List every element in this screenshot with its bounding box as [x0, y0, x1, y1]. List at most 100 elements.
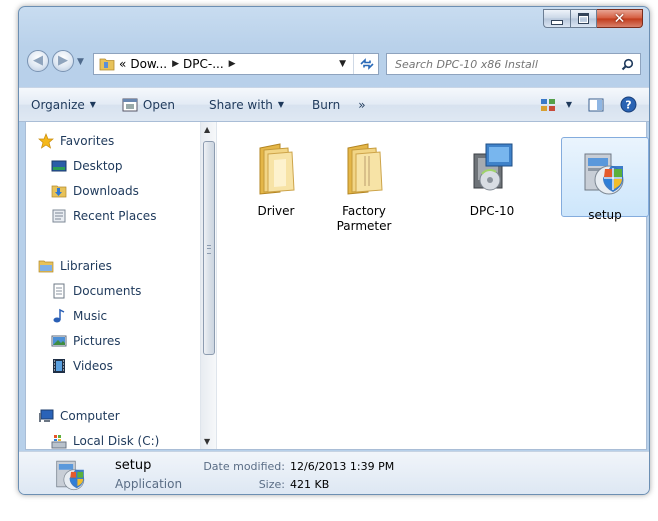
installer-icon	[473, 143, 513, 191]
sidebar-item-label: Computer	[60, 409, 120, 423]
address-bar[interactable]: « Dow... ▶ DPC-... ▶ ▼	[93, 53, 379, 75]
downloads-icon	[51, 185, 67, 198]
sidebar-item-label: Music	[73, 309, 108, 323]
help-button[interactable]: ?	[612, 88, 649, 121]
back-button[interactable]: ◀	[27, 50, 49, 72]
computer-icon	[39, 409, 54, 422]
sidebar-item-label: Desktop	[73, 159, 123, 173]
sidebar-item-label: Documents	[73, 284, 142, 298]
close-icon: ✕	[613, 10, 626, 27]
close-button[interactable]: ✕	[597, 9, 643, 28]
scrollbar-thumb[interactable]	[203, 141, 215, 355]
more-commands-button[interactable]: »	[348, 88, 373, 121]
videos-icon	[53, 359, 65, 373]
command-bar: Organize ▼ Open Share with ▼ Burn » ▼ ?	[19, 87, 649, 122]
sidebar-item-label: Favorites	[60, 134, 115, 148]
refresh-button[interactable]	[353, 54, 379, 74]
sidebar-item-desktop[interactable]: Desktop	[51, 158, 123, 174]
file-item-setup[interactable]: setup	[561, 137, 649, 222]
folder-small-icon	[99, 58, 115, 71]
preview-pane-icon	[588, 98, 604, 111]
sidebar-item-computer[interactable]: Computer	[38, 408, 120, 424]
documents-icon	[53, 283, 65, 299]
file-name: DPC-10	[469, 204, 515, 218]
share-with-label: Share with	[208, 97, 273, 112]
grip-icon	[207, 245, 211, 254]
search-icon[interactable]	[621, 58, 634, 71]
organize-label: Organize	[31, 97, 85, 112]
sidebar-item-downloads[interactable]: Downloads	[51, 183, 139, 199]
recent-pages-dropdown[interactable]: ▼	[77, 57, 84, 67]
explorer-window: ✕ ◀ ▶ ▼ « Dow... ▶ DPC-... ▶ ▼ Search DP…	[18, 6, 650, 495]
scroll-down-icon[interactable]: ▼	[204, 437, 210, 446]
maximize-icon	[578, 13, 589, 24]
burn-label: Burn	[312, 97, 341, 112]
sidebar-item-videos[interactable]: Videos	[51, 358, 113, 374]
sidebar-item-recent-places[interactable]: Recent Places	[51, 208, 156, 224]
open-icon	[122, 98, 138, 111]
search-input[interactable]	[393, 56, 617, 72]
size-value: 421 KB	[290, 478, 330, 491]
chevron-down-icon: ▼	[89, 100, 96, 109]
preview-pane-button[interactable]	[580, 88, 612, 121]
refresh-icon	[359, 58, 374, 70]
chevron-down-icon[interactable]: ▼	[566, 100, 572, 109]
minimize-icon	[551, 19, 563, 25]
details-file-name: setup	[115, 458, 152, 473]
change-view-button[interactable]: ▼	[532, 88, 580, 121]
open-label: Open	[142, 97, 175, 112]
details-file-type: Application	[115, 477, 183, 491]
sidebar-item-label: Pictures	[73, 334, 121, 348]
local-disk-icon	[51, 435, 67, 449]
sidebar-item-label: Downloads	[73, 184, 139, 198]
navigation-bar: ◀ ▶ ▼ « Dow... ▶ DPC-... ▶ ▼	[19, 47, 649, 77]
address-dropdown-icon[interactable]: ▼	[339, 59, 346, 69]
organize-button[interactable]: Organize ▼	[19, 88, 104, 121]
file-name: Driver	[257, 204, 295, 218]
search-box[interactable]	[386, 53, 641, 75]
folder-icon	[259, 143, 295, 195]
setup-icon	[56, 460, 85, 491]
size-label: Size:	[258, 478, 285, 491]
file-item-driver[interactable]: Driver	[231, 134, 321, 218]
star-icon	[38, 133, 54, 149]
share-with-button[interactable]: Share with ▼	[183, 88, 292, 121]
open-button[interactable]: Open	[104, 88, 183, 121]
file-list: Driver Factory Parmeter DPC-10 setup	[218, 122, 649, 449]
navigation-pane: Favorites Desktop Downloads Recent Place…	[26, 122, 198, 449]
forward-button[interactable]: ▶	[52, 50, 74, 72]
address-segment-downloads[interactable]: Dow...	[130, 57, 167, 71]
minimize-button[interactable]	[543, 9, 570, 28]
folder-icon	[347, 143, 383, 195]
sidebar-item-documents[interactable]: Documents	[51, 283, 141, 299]
maximize-button[interactable]	[570, 9, 597, 28]
file-item-dpc-10[interactable]: DPC-10	[447, 134, 537, 218]
desktop-icon	[51, 160, 67, 172]
libraries-icon	[38, 260, 54, 273]
sidebar-item-label: Recent Places	[73, 209, 157, 223]
navigation-pane-scrollbar[interactable]: ▲ ▼	[200, 122, 217, 449]
pictures-icon	[51, 335, 67, 347]
sidebar-item-local-disk[interactable]: Local Disk (C:)	[51, 433, 159, 449]
date-modified-value: 12/6/2013 1:39 PM	[290, 460, 395, 473]
music-icon	[53, 308, 65, 323]
setup-icon	[584, 153, 624, 195]
sidebar-item-pictures[interactable]: Pictures	[51, 333, 121, 349]
file-name: setup	[588, 208, 622, 222]
sidebar-item-label: Libraries	[60, 259, 112, 273]
views-icon	[540, 98, 555, 111]
address-overflow[interactable]: «	[119, 57, 126, 71]
chevron-right-icon[interactable]: ▶	[229, 59, 236, 69]
address-segment-dpc[interactable]: DPC-...	[183, 57, 224, 71]
sidebar-item-libraries[interactable]: Libraries	[38, 258, 112, 274]
date-modified-label: Date modified:	[203, 460, 285, 473]
recent-places-icon	[52, 209, 66, 223]
scroll-up-icon[interactable]: ▲	[204, 125, 210, 134]
sidebar-item-music[interactable]: Music	[51, 308, 107, 324]
help-icon: ?	[620, 96, 637, 113]
chevron-right-icon[interactable]: ▶	[172, 59, 179, 69]
svg-text:?: ?	[625, 99, 631, 112]
file-item-factory-parmeter[interactable]: Factory Parmeter	[319, 134, 409, 233]
sidebar-item-favorites[interactable]: Favorites	[38, 133, 114, 149]
burn-button[interactable]: Burn	[292, 88, 348, 121]
